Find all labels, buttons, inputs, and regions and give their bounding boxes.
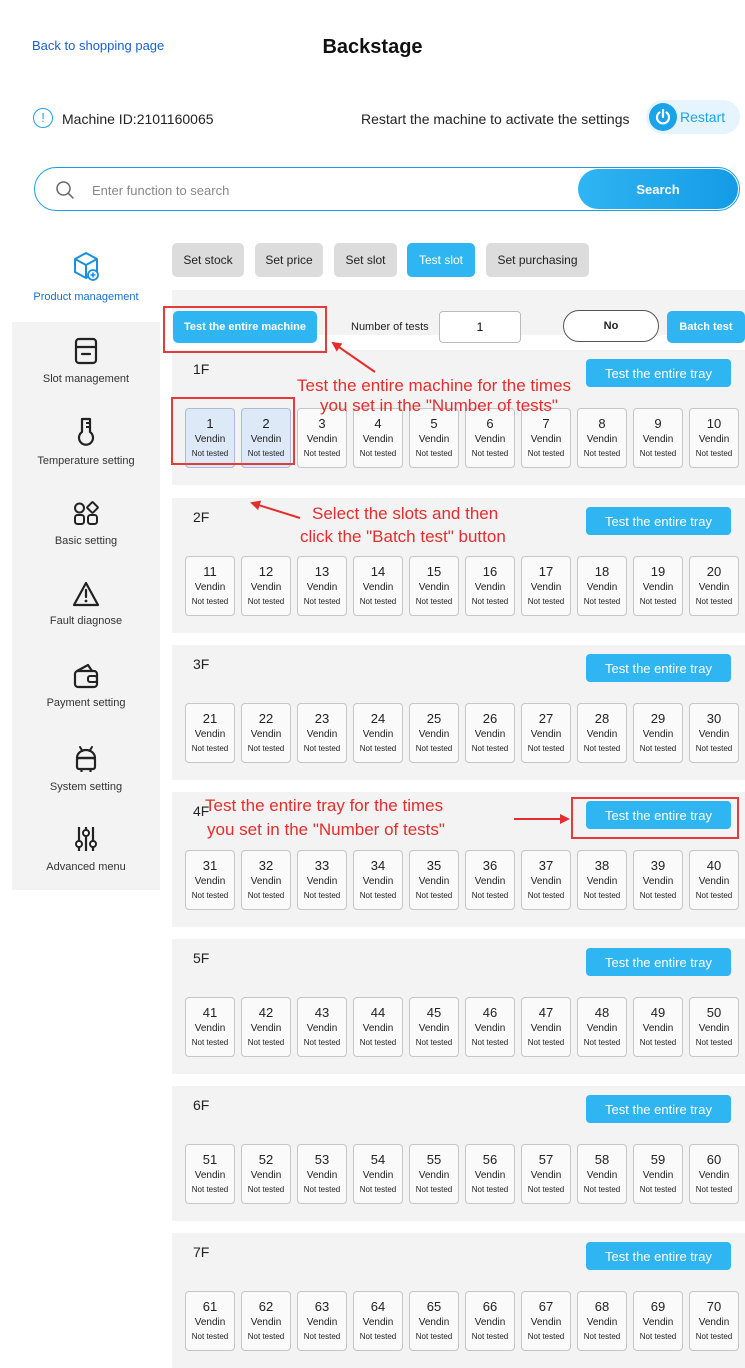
annotation-tray-line1: Test the entire tray for the times [205,796,444,815]
annotation-batch-line1: Select the slots and then [312,504,499,523]
annotation-machine-line1: Test the entire machine for the times [297,376,572,395]
annotation-machine-line2: you set in the "Number of tests" [320,396,558,415]
arrow-to-selected-slots [250,500,301,519]
annotation-arrows [250,341,570,824]
arrow-to-machine-button [331,341,376,373]
annotation-batch-line2: click the "Batch test" button [300,527,506,546]
annotation-tray-line2: you set in the "Number of tests" [207,820,445,839]
